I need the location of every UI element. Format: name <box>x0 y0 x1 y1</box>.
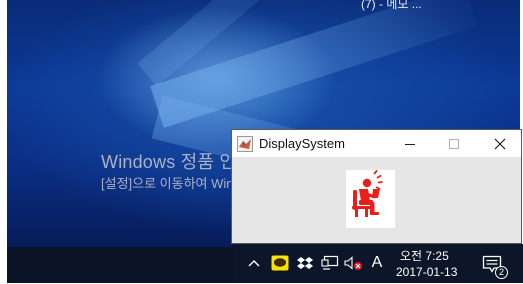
clock-time[interactable]: 오전 7:25 <box>400 247 449 264</box>
minimize-button[interactable] <box>390 130 430 157</box>
window-title-fragment: (7) - 메모 ... <box>361 0 422 11</box>
taskbar-tray: A 오전 7:25 2017-01-13 2 <box>233 244 523 283</box>
dropbox-icon <box>297 257 313 269</box>
close-icon <box>494 138 506 149</box>
network-icon <box>321 255 339 270</box>
display-panel <box>346 169 395 228</box>
window-titlebar[interactable]: DisplaySystem <box>232 130 521 157</box>
maximize-icon <box>449 138 459 149</box>
matlab-app-icon <box>237 136 253 152</box>
maximize-button[interactable] <box>434 130 474 157</box>
show-hidden-icons-button[interactable] <box>247 253 261 273</box>
window-title: DisplaySystem <box>259 136 345 151</box>
kakaotalk-tray-button[interactable] <box>271 253 289 273</box>
chat-bubble-icon <box>271 255 289 271</box>
displaysystem-window: DisplaySystem <box>231 129 522 244</box>
network-tray-button[interactable] <box>321 253 339 273</box>
screen: (7) - 메모 ... Windows 정품 인증 [설정]으로 이동하여 W… <box>0 0 523 284</box>
volume-tray-button[interactable] <box>344 253 364 273</box>
chevron-up-icon <box>248 260 260 267</box>
taskbar-left-area <box>7 247 233 283</box>
dropbox-tray-button[interactable] <box>297 253 313 273</box>
minimize-icon <box>405 143 415 145</box>
volume-muted-icon <box>344 256 362 270</box>
ime-icon: A <box>371 254 383 271</box>
close-button[interactable] <box>480 130 520 157</box>
notification-count-badge: 2 <box>495 266 508 279</box>
ime-tray-button[interactable]: A <box>369 253 385 273</box>
sitting-person-icon <box>352 169 383 217</box>
clock-date[interactable]: 2017-01-13 <box>396 265 457 279</box>
